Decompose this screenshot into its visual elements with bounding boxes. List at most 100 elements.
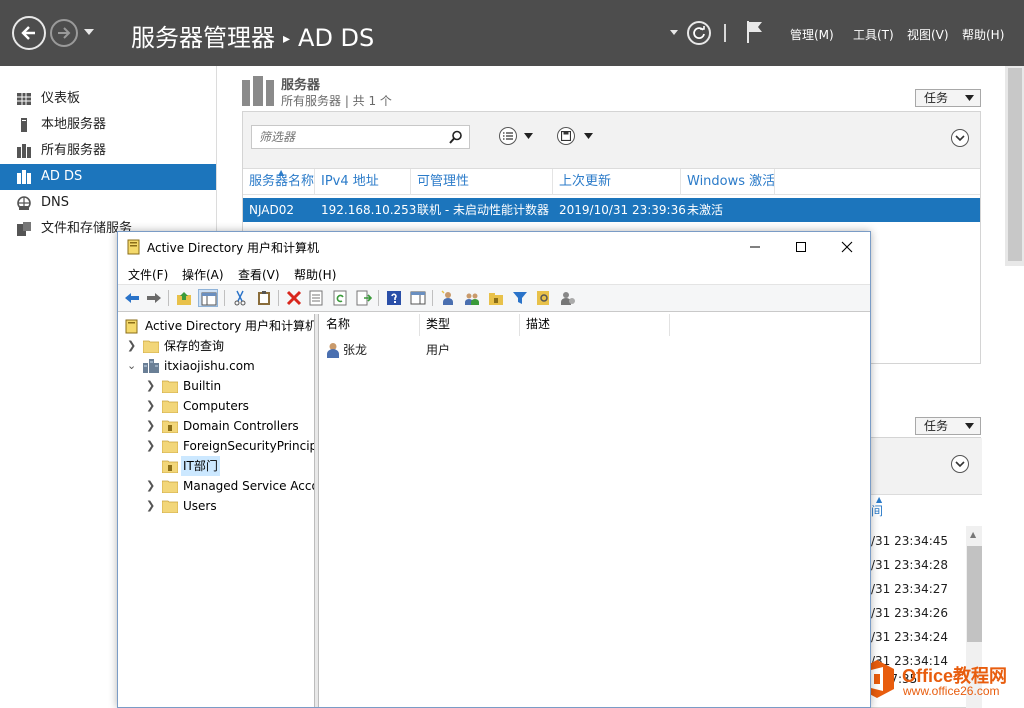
help-icon (387, 291, 401, 305)
list-item-name: 张龙 (343, 343, 368, 357)
list-view-button[interactable] (499, 127, 517, 145)
events-scrollbar-thumb[interactable] (967, 546, 982, 642)
tree-item-label: Domain Controllers (183, 419, 299, 433)
sidebar-item-dns[interactable]: DNS (0, 190, 216, 216)
chevron-right-icon[interactable]: ❯ (127, 336, 137, 356)
ou-folder-icon (162, 420, 178, 433)
domain-icon (143, 359, 159, 373)
aduc-titlebar[interactable]: Active Directory 用户和计算机 (118, 232, 870, 262)
pane-splitter[interactable] (315, 314, 319, 707)
chevron-right-icon[interactable]: ❯ (146, 436, 156, 456)
sidebar-item-dashboard[interactable]: 仪表板 (0, 86, 216, 112)
refresh-button[interactable] (687, 21, 711, 45)
user-icon (327, 343, 339, 358)
cell-last-update: 2019/10/31 23:39:36 (559, 203, 686, 217)
menu-view[interactable]: 查看(V) (238, 266, 280, 283)
column-ipv4[interactable]: IPv4 地址 (315, 169, 411, 195)
tb-new-ou-button[interactable] (486, 289, 506, 307)
chevron-right-icon[interactable]: ❯ (146, 396, 156, 416)
chevron-right-icon[interactable]: ❯ (146, 416, 156, 436)
event-time: /31 23:34:26 (871, 606, 949, 620)
events-tasks-button[interactable]: 任务 (915, 417, 981, 435)
minimize-button[interactable] (732, 232, 778, 262)
tb-find-button[interactable] (534, 289, 554, 307)
tb-show-tree-button[interactable] (198, 289, 218, 307)
tb-properties-button[interactable] (306, 289, 326, 307)
ad-ds-icon (17, 170, 31, 184)
tree-item-label: itxiaojishu.com (164, 359, 255, 373)
new-user-icon (441, 290, 453, 305)
menu-manage[interactable]: 管理(M) (790, 26, 834, 43)
dashboard-icon (17, 93, 31, 105)
chevron-right-icon[interactable]: ❯ (146, 476, 156, 496)
tb-copy-button[interactable] (254, 289, 274, 307)
tb-show-panel-button[interactable] (408, 289, 428, 307)
tasks-label: 任务 (924, 419, 949, 433)
sidebar-item-ad-ds[interactable]: AD DS (0, 164, 216, 190)
menu-action[interactable]: 操作(A) (182, 266, 224, 283)
menu-tools[interactable]: 工具(T) (853, 26, 894, 43)
filter-input[interactable] (253, 127, 443, 147)
dropdown-icon[interactable] (84, 29, 94, 35)
column-windows-activation[interactable]: Windows 激活 (681, 169, 775, 195)
sidebar-item-all-servers[interactable]: 所有服务器 (0, 138, 216, 164)
search-icon[interactable] (449, 130, 463, 144)
forward-arrow-icon (147, 293, 161, 303)
expand-button[interactable] (951, 455, 969, 473)
refresh-dropdown-icon[interactable] (670, 30, 678, 35)
tb-back-button[interactable] (122, 289, 142, 307)
tb-cut-button[interactable] (230, 289, 250, 307)
column-server-name[interactable]: 服务器名称 (243, 169, 315, 195)
close-button[interactable] (824, 232, 870, 262)
forward-button[interactable] (50, 19, 78, 47)
list-column-type[interactable]: 类型 (420, 314, 520, 336)
minimize-icon (750, 246, 760, 248)
tree-item-label: 保存的查询 (164, 339, 225, 353)
chevron-down-icon[interactable] (524, 133, 533, 139)
tb-new-user-button[interactable] (438, 289, 458, 307)
menu-help[interactable]: 帮助(H) (294, 266, 336, 283)
table-row[interactable]: NJAD02 192.168.10.253 联机 - 未启动性能计数器 2019… (243, 198, 980, 222)
clipboard-icon (258, 291, 270, 305)
chevron-down-icon[interactable] (584, 133, 593, 139)
back-button[interactable] (12, 16, 46, 50)
tb-help-button[interactable] (384, 289, 404, 307)
chevron-right-icon[interactable]: ❯ (146, 496, 156, 516)
chevron-down-icon[interactable]: ⌄ (127, 356, 137, 376)
tb-up-level-button[interactable] (174, 289, 194, 307)
tb-filter-button[interactable] (510, 289, 530, 307)
chevron-right-icon[interactable]: ❯ (146, 376, 156, 396)
menu-view[interactable]: 视图(V) (907, 26, 949, 43)
sidebar-item-label: 仪表板 (41, 91, 81, 106)
menu-help[interactable]: 帮助(H) (962, 26, 1004, 43)
tb-delegate-button[interactable] (558, 289, 578, 307)
menu-file[interactable]: 文件(F) (128, 266, 168, 283)
tb-new-group-button[interactable] (462, 289, 482, 307)
scroll-up-icon[interactable]: ▲ (970, 530, 976, 539)
expand-button[interactable] (951, 129, 969, 147)
filter-box[interactable] (251, 125, 470, 149)
chevron-down-icon (955, 135, 965, 142)
tb-forward-button[interactable] (144, 289, 164, 307)
sidebar-item-local-server[interactable]: 本地服务器 (0, 112, 216, 138)
list-column-description[interactable]: 描述 (520, 314, 670, 336)
watermark-url: www.office26.com (903, 684, 1000, 698)
tb-refresh-button[interactable] (330, 289, 350, 307)
save-query-button[interactable] (557, 127, 575, 145)
ou-folder-icon (162, 460, 178, 473)
tb-export-button[interactable] (354, 289, 374, 307)
tb-delete-button[interactable] (284, 289, 304, 307)
cell-windows-activation: 未激活 (687, 203, 724, 217)
maximize-button[interactable] (778, 232, 824, 262)
new-group-icon (465, 293, 479, 305)
list-column-name[interactable]: 名称 (320, 314, 420, 336)
tasks-button[interactable]: 任务 (915, 89, 981, 107)
tree-item-label: Managed Service Accounts (183, 479, 314, 493)
column-time[interactable]: 间 (871, 502, 883, 519)
app-title: 服务器管理器 (131, 24, 275, 52)
column-last-update[interactable]: 上次更新 (553, 169, 681, 195)
column-manageability[interactable]: 可管理性 (411, 169, 553, 195)
main-scrollbar-thumb[interactable] (1008, 68, 1022, 261)
refresh-icon (333, 290, 347, 306)
flag-icon[interactable] (746, 20, 764, 44)
